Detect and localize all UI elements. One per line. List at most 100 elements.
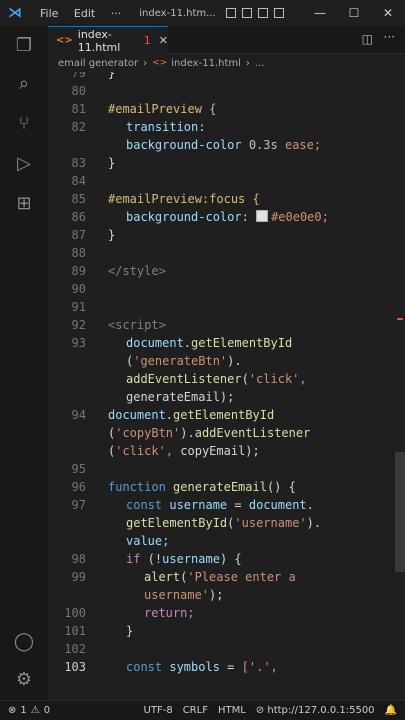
menu-more[interactable]: ··· [111, 7, 122, 20]
code-line: const symbols = ['.', [126, 660, 278, 674]
code-line: username'); [144, 588, 224, 602]
code-line: ('copyBtn').addEventListener [108, 426, 311, 440]
line-number: 91 [71, 300, 86, 314]
close-tab-icon[interactable]: ✕ [159, 34, 168, 47]
breadcrumb-folder[interactable]: email generator [58, 58, 138, 69]
line-number: 99 [71, 570, 86, 584]
code-line: background-color: #e0e0e0; [126, 210, 329, 224]
code-line: ('generateBtn'). [126, 354, 242, 368]
code-line: ('click', copyEmail); [108, 444, 260, 458]
breadcrumb: email generator › <> index-11.html › ... [48, 54, 405, 72]
vscode-logo-icon: ⋊ [8, 5, 22, 21]
toggle-secondary-sidebar-icon[interactable] [257, 8, 268, 18]
line-number: 83 [71, 156, 86, 170]
line-number: 88 [71, 246, 86, 260]
search-icon[interactable]: ⌕ [12, 72, 36, 96]
run-debug-icon[interactable]: ▷ [12, 152, 36, 176]
tab-label: index-11.html [77, 27, 121, 54]
customize-layout-icon[interactable] [273, 8, 284, 18]
line-number: 92 [71, 318, 86, 332]
toggle-sidebar-icon[interactable] [225, 8, 236, 18]
line-number: 103 [64, 660, 86, 674]
line-number: 79 [71, 72, 86, 80]
layout-controls [225, 8, 284, 18]
code-line: if (!username) { [126, 552, 242, 566]
error-count: 1 [20, 705, 27, 716]
html-file-icon: <> [56, 35, 73, 46]
code-line: alert('Please enter a [144, 570, 296, 584]
chevron-right-icon: › [245, 57, 250, 69]
code-line: </style> [108, 264, 166, 278]
code-line: } [108, 228, 116, 242]
code-line: } [108, 72, 116, 80]
editor-scrollbar[interactable] [395, 72, 405, 700]
accounts-icon[interactable]: ◯ [12, 630, 36, 654]
language-mode-selector[interactable]: HTML [218, 705, 246, 716]
menu-edit[interactable]: Edit [74, 7, 95, 20]
menu-file[interactable]: File [40, 7, 58, 20]
status-bar: ⊗ 1 ⚠ 0 UTF-8 CRLF HTML ⊘ http://127.0.0… [0, 700, 405, 720]
manage-gear-icon[interactable]: ⚙ [12, 668, 36, 692]
toggle-panel-icon[interactable] [241, 8, 252, 18]
broadcast-icon: ⊘ [255, 705, 265, 716]
code-line: getElementById('username'). [126, 516, 322, 530]
code-line: <script> [108, 318, 166, 332]
code-line: background-color 0.3s ease; [126, 138, 322, 152]
warning-count: 0 [43, 705, 51, 716]
line-number: 93 [71, 336, 86, 350]
live-server-status[interactable]: ⊘ http://127.0.0.1:5500 [256, 705, 375, 716]
breadcrumb-file[interactable]: index-11.html [171, 58, 241, 69]
menu-bar: File Edit ··· [40, 7, 133, 20]
minimize-icon[interactable]: — [303, 6, 337, 20]
line-number: 80 [71, 84, 86, 98]
code-line: } [108, 156, 116, 170]
window-controls: — ☐ ✕ [303, 6, 405, 20]
code-line: transition: [126, 120, 206, 134]
source-control-icon[interactable]: ⑂ [12, 112, 36, 136]
line-number: 96 [71, 480, 86, 494]
line-number: 85 [71, 192, 86, 206]
line-number: 98 [71, 552, 86, 566]
editor-tabs: <> index-11.html 1 ✕ ◫ ··· [48, 26, 405, 54]
more-actions-icon[interactable]: ··· [384, 30, 395, 44]
window-title: index-11.htm... [139, 7, 216, 19]
line-number: 82 [71, 120, 86, 134]
error-icon: ⊗ [8, 705, 17, 716]
line-number: 89 [71, 264, 86, 278]
code-line: function generateEmail() { [108, 480, 296, 494]
scrollbar-thumb[interactable] [395, 452, 405, 572]
code-line: addEventListener('click', [126, 372, 307, 386]
tab-index-11-html[interactable]: <> index-11.html 1 ✕ [48, 26, 168, 54]
code-editor[interactable]: 79 80 81 82 83 84 85 86 87 88 89 90 91 92 93 94 95 96 97 98… [48, 72, 405, 700]
line-number: 90 [71, 282, 86, 296]
code-line: #emailPreview { [108, 102, 217, 116]
code-line: #emailPreview:focus { [108, 192, 260, 206]
line-number: 95 [71, 462, 86, 476]
warning-icon: ⚠ [30, 705, 40, 716]
extensions-icon[interactable]: ⊞ [12, 192, 36, 216]
explorer-icon[interactable]: ❐ [12, 34, 36, 58]
code-line: document.getElementById [108, 408, 275, 422]
html-file-icon: <> [152, 58, 168, 68]
tab-problem-count: 1 [143, 34, 151, 47]
line-number: 97 [71, 498, 86, 512]
maximize-icon[interactable]: ☐ [337, 6, 371, 20]
activity-bar: ❐ ⌕ ⑂ ▷ ⊞ ◯ ⚙ [0, 26, 48, 700]
close-window-icon[interactable]: ✕ [371, 6, 405, 20]
breadcrumb-symbol[interactable]: ... [255, 58, 265, 69]
line-number: 87 [71, 228, 86, 242]
code-line: generateEmail); [126, 390, 235, 404]
line-number: 102 [64, 642, 86, 656]
eol-selector[interactable]: CRLF [183, 705, 208, 716]
chevron-right-icon: › [143, 57, 148, 69]
code-line: } [126, 624, 134, 638]
encoding-selector[interactable]: UTF-8 [144, 705, 173, 716]
color-swatch-icon[interactable] [256, 210, 269, 222]
line-number: 81 [71, 102, 86, 116]
notifications-bell-icon[interactable]: 🔔 [385, 705, 397, 716]
line-number: 86 [71, 210, 86, 224]
code-line: document.getElementById [126, 336, 293, 350]
split-editor-icon[interactable]: ◫ [362, 32, 373, 46]
problems-indicator[interactable]: ⊗ 1 ⚠ 0 [0, 705, 50, 716]
line-number: 101 [64, 624, 86, 638]
